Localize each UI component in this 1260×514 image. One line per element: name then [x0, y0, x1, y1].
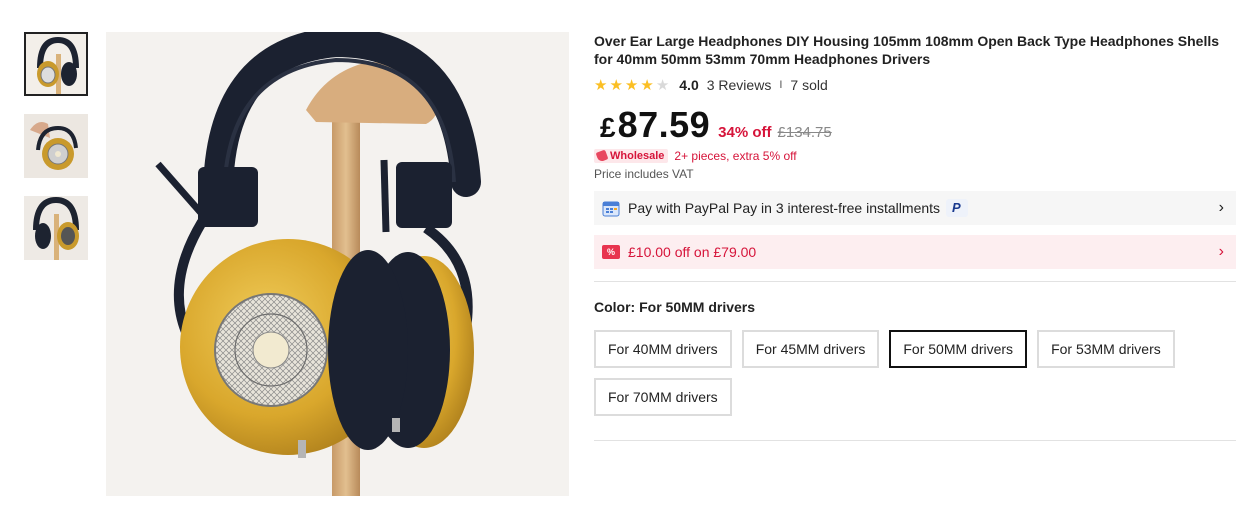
divider [594, 281, 1236, 282]
price-currency: £ [600, 112, 616, 143]
star-icon: ★ [609, 76, 623, 94]
rating-stars[interactable]: ★ ★ ★ ★ ★ [594, 78, 669, 93]
option-50mm[interactable]: For 50MM drivers [889, 330, 1028, 368]
price-row: £ 87.59 34% off £134.75 [594, 104, 1236, 145]
paypal-logo-letter: P [952, 200, 961, 215]
discount-badge: 34% off [718, 124, 772, 141]
paypal-text: Pay with PayPal Pay in 3 interest-free i… [628, 200, 941, 216]
tag-icon [595, 149, 609, 163]
color-label: Color: For 50MM drivers [594, 299, 756, 315]
vat-note: Price includes VAT [594, 167, 694, 181]
star-icon: ★ [594, 76, 608, 94]
reviews-link[interactable]: 3 Reviews [707, 77, 772, 93]
star-icon: ★ [640, 76, 654, 94]
option-40mm[interactable]: For 40MM drivers [594, 330, 732, 368]
option-70mm[interactable]: For 70MM drivers [594, 378, 732, 416]
wholesale-text: 2+ pieces, extra 5% off [674, 149, 797, 163]
wholesale-badge: Wholesale [594, 149, 669, 163]
option-45mm[interactable]: For 45MM drivers [741, 330, 880, 368]
chevron-right-icon: › [1218, 243, 1224, 260]
main-product-image[interactable] [106, 32, 569, 496]
thumbnail-2[interactable] [24, 114, 88, 178]
paypal-installments-row[interactable]: Pay with PayPal Pay in 3 interest-free i… [594, 191, 1236, 225]
product-info: Over Ear Large Headphones DIY Housing 10… [594, 32, 1236, 441]
sold-count: 7 sold [790, 77, 828, 93]
coupon-row[interactable]: % £10.00 off on £79.00 › [594, 235, 1236, 269]
rating-row: ★ ★ ★ ★ ★ 4.0 3 Reviews I 7 sold [594, 76, 1236, 94]
paypal-logo-icon: P [946, 199, 969, 217]
price-amount: 87.59 [617, 104, 711, 145]
chevron-right-icon: › [1218, 199, 1224, 216]
wholesale-label: Wholesale [610, 150, 665, 162]
headphones-illustration [106, 32, 569, 496]
separator: I [779, 79, 783, 91]
divider [594, 440, 1236, 441]
coupon-text: £10.00 off on £79.00 [628, 244, 757, 260]
coupon-icon: % [602, 245, 620, 259]
star-icon: ★ [624, 76, 639, 94]
option-53mm[interactable]: For 53MM drivers [1037, 330, 1175, 368]
original-price: £134.75 [777, 124, 832, 141]
color-options: For 40MM drivers For 45MM drivers For 50… [594, 330, 1236, 416]
thumbnail-1[interactable] [24, 32, 88, 96]
product-title: Over Ear Large Headphones DIY Housing 10… [594, 33, 1220, 67]
thumbnail-list [24, 32, 90, 278]
rating-value: 4.0 [679, 77, 699, 93]
wholesale-row: Wholesale 2+ pieces, extra 5% off [594, 148, 1236, 164]
thumbnail-3[interactable] [24, 196, 88, 260]
calendar-icon [602, 201, 620, 216]
star-empty-icon: ★ [655, 76, 670, 94]
